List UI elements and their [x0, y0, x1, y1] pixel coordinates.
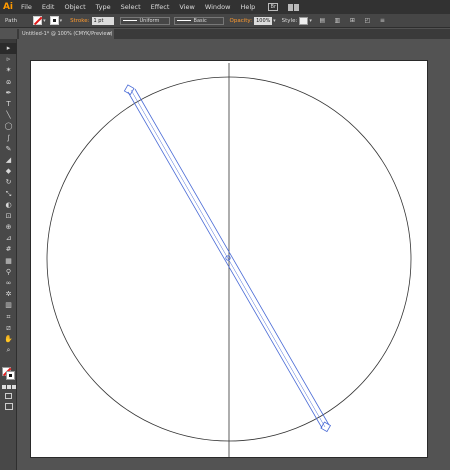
tools-panel: ▸ ▹ ✶ ɷ ✒ T ╲ ◯ ∫ ✎ ◢ ◆ ↻ ⤡ ◐ ⊡ ⊕ ⊿ # ▦ ⚲ ∞ ✲ ▥ ⌗ ⧄ ✋ ⌕: [0, 39, 17, 470]
profile-line-icon: [122, 20, 137, 21]
selected-line-path: [123, 84, 332, 433]
ellipse-tool-icon[interactable]: ◯: [0, 121, 17, 132]
stroke-swatch[interactable]: [49, 16, 59, 25]
brush-value: Basic: [193, 17, 207, 24]
stroke-label[interactable]: Stroke:: [70, 18, 89, 24]
gradient-mode-icon[interactable]: [7, 385, 11, 389]
brush-line-icon: [176, 20, 191, 21]
color-mode-icon[interactable]: [2, 385, 6, 389]
variable-width-profile-dropdown[interactable]: Uniform: [119, 16, 170, 25]
control-bar: Path ▾ ▾ Stroke: 1 pt Uniform Basic Opac…: [0, 14, 450, 28]
menu-view[interactable]: View: [174, 0, 199, 14]
close-icon[interactable]: ×: [108, 29, 112, 39]
magic-wand-tool-icon[interactable]: ✶: [0, 65, 17, 76]
graphic-style-swatch[interactable]: [299, 16, 309, 25]
opacity-label[interactable]: Opacity:: [230, 18, 253, 24]
none-mode-icon[interactable]: [12, 385, 16, 389]
hand-tool-icon[interactable]: ✋: [0, 334, 17, 345]
slice-tool-icon[interactable]: ⧄: [0, 323, 17, 334]
lasso-tool-icon[interactable]: ɷ: [0, 77, 17, 88]
draw-mode-icon[interactable]: [5, 393, 12, 399]
arrange-icon: [294, 3, 300, 11]
shape-builder-tool-icon[interactable]: ⊕: [0, 222, 17, 233]
menu-help[interactable]: Help: [235, 0, 260, 14]
stroke-weight-field[interactable]: 1 pt: [91, 16, 114, 25]
perspective-grid-tool-icon[interactable]: ⊿: [0, 233, 17, 244]
rotate-tool-icon[interactable]: ↻: [0, 177, 17, 188]
gradient-tool-icon[interactable]: ▦: [0, 256, 17, 267]
symbol-sprayer-tool-icon[interactable]: ✲: [0, 289, 17, 300]
stroke-black-icon[interactable]: [6, 371, 15, 380]
menu-file[interactable]: File: [16, 0, 37, 14]
illustrator-logo: Ai: [2, 2, 14, 12]
style-dropdown-icon[interactable]: ▾: [309, 18, 312, 24]
artboard-tool-icon[interactable]: ⌗: [0, 312, 17, 323]
zoom-tool-icon[interactable]: ⌕: [0, 345, 17, 356]
line-segment-tool-icon[interactable]: ╲: [0, 110, 17, 121]
eyedropper-tool-icon[interactable]: ⚲: [0, 267, 17, 278]
fill-stroke-widget[interactable]: [2, 367, 16, 381]
direct-selection-tool-icon[interactable]: ▹: [0, 54, 17, 65]
arrange-documents-button[interactable]: [288, 3, 302, 11]
menu-window[interactable]: Window: [200, 0, 236, 14]
arrange-icon: [288, 3, 294, 11]
opacity-field[interactable]: 100%: [254, 16, 273, 25]
menu-type[interactable]: Type: [91, 0, 116, 14]
eraser-tool-icon[interactable]: ◆: [0, 166, 17, 177]
menu-object[interactable]: Object: [59, 0, 90, 14]
panel-menu-icon[interactable]: ≡: [378, 17, 387, 25]
menu-edit[interactable]: Edit: [37, 0, 60, 14]
color-mode-buttons[interactable]: [2, 385, 16, 389]
canvas-area[interactable]: [17, 39, 450, 470]
type-tool-icon[interactable]: T: [0, 99, 17, 110]
pencil-tool-icon[interactable]: ✎: [0, 144, 17, 155]
document-tab-bar: Untitled-1* @ 100% (CMYK/Preview) ×: [17, 29, 450, 39]
menu-select[interactable]: Select: [116, 0, 146, 14]
fill-dropdown-icon[interactable]: ▾: [43, 18, 46, 24]
menu-bar: Ai File Edit Object Type Select Effect V…: [0, 0, 450, 14]
column-graph-tool-icon[interactable]: ▥: [0, 300, 17, 311]
mesh-tool-icon[interactable]: #: [0, 244, 17, 255]
pen-tool-icon[interactable]: ✒: [0, 88, 17, 99]
warp-tool-icon[interactable]: ◐: [0, 200, 17, 211]
scale-tool-icon[interactable]: ⤡: [0, 188, 17, 199]
align-icon[interactable]: ▥: [333, 17, 342, 25]
brush-definition-dropdown[interactable]: Basic: [173, 16, 224, 25]
selection-type-label: Path: [5, 17, 18, 24]
artwork-layer[interactable]: [17, 39, 450, 470]
blend-tool-icon[interactable]: ∞: [0, 278, 17, 289]
document-tab-title: Untitled-1* @ 100% (CMYK/Preview): [22, 31, 113, 37]
bridge-button[interactable]: Br: [268, 3, 279, 11]
screen-mode-icon[interactable]: [5, 403, 13, 410]
style-label: Style:: [281, 17, 298, 24]
opacity-dropdown-icon[interactable]: ▾: [273, 18, 276, 24]
free-transform-tool-icon[interactable]: ⊡: [0, 211, 17, 222]
menu-effect[interactable]: Effect: [146, 0, 175, 14]
document-tab[interactable]: Untitled-1* @ 100% (CMYK/Preview) ×: [19, 29, 114, 39]
paintbrush-tool-icon[interactable]: ∫: [0, 133, 17, 144]
isolate-icon[interactable]: ◰: [363, 17, 372, 25]
transform-icon[interactable]: ⊞: [348, 17, 357, 25]
document-setup-icon[interactable]: ▤: [318, 17, 327, 25]
profile-value: Uniform: [139, 17, 160, 24]
blob-brush-tool-icon[interactable]: ◢: [0, 155, 17, 166]
fill-swatch[interactable]: [33, 16, 43, 25]
stroke-dropdown-icon[interactable]: ▾: [60, 18, 63, 24]
selection-tool-icon[interactable]: ▸: [0, 43, 17, 55]
